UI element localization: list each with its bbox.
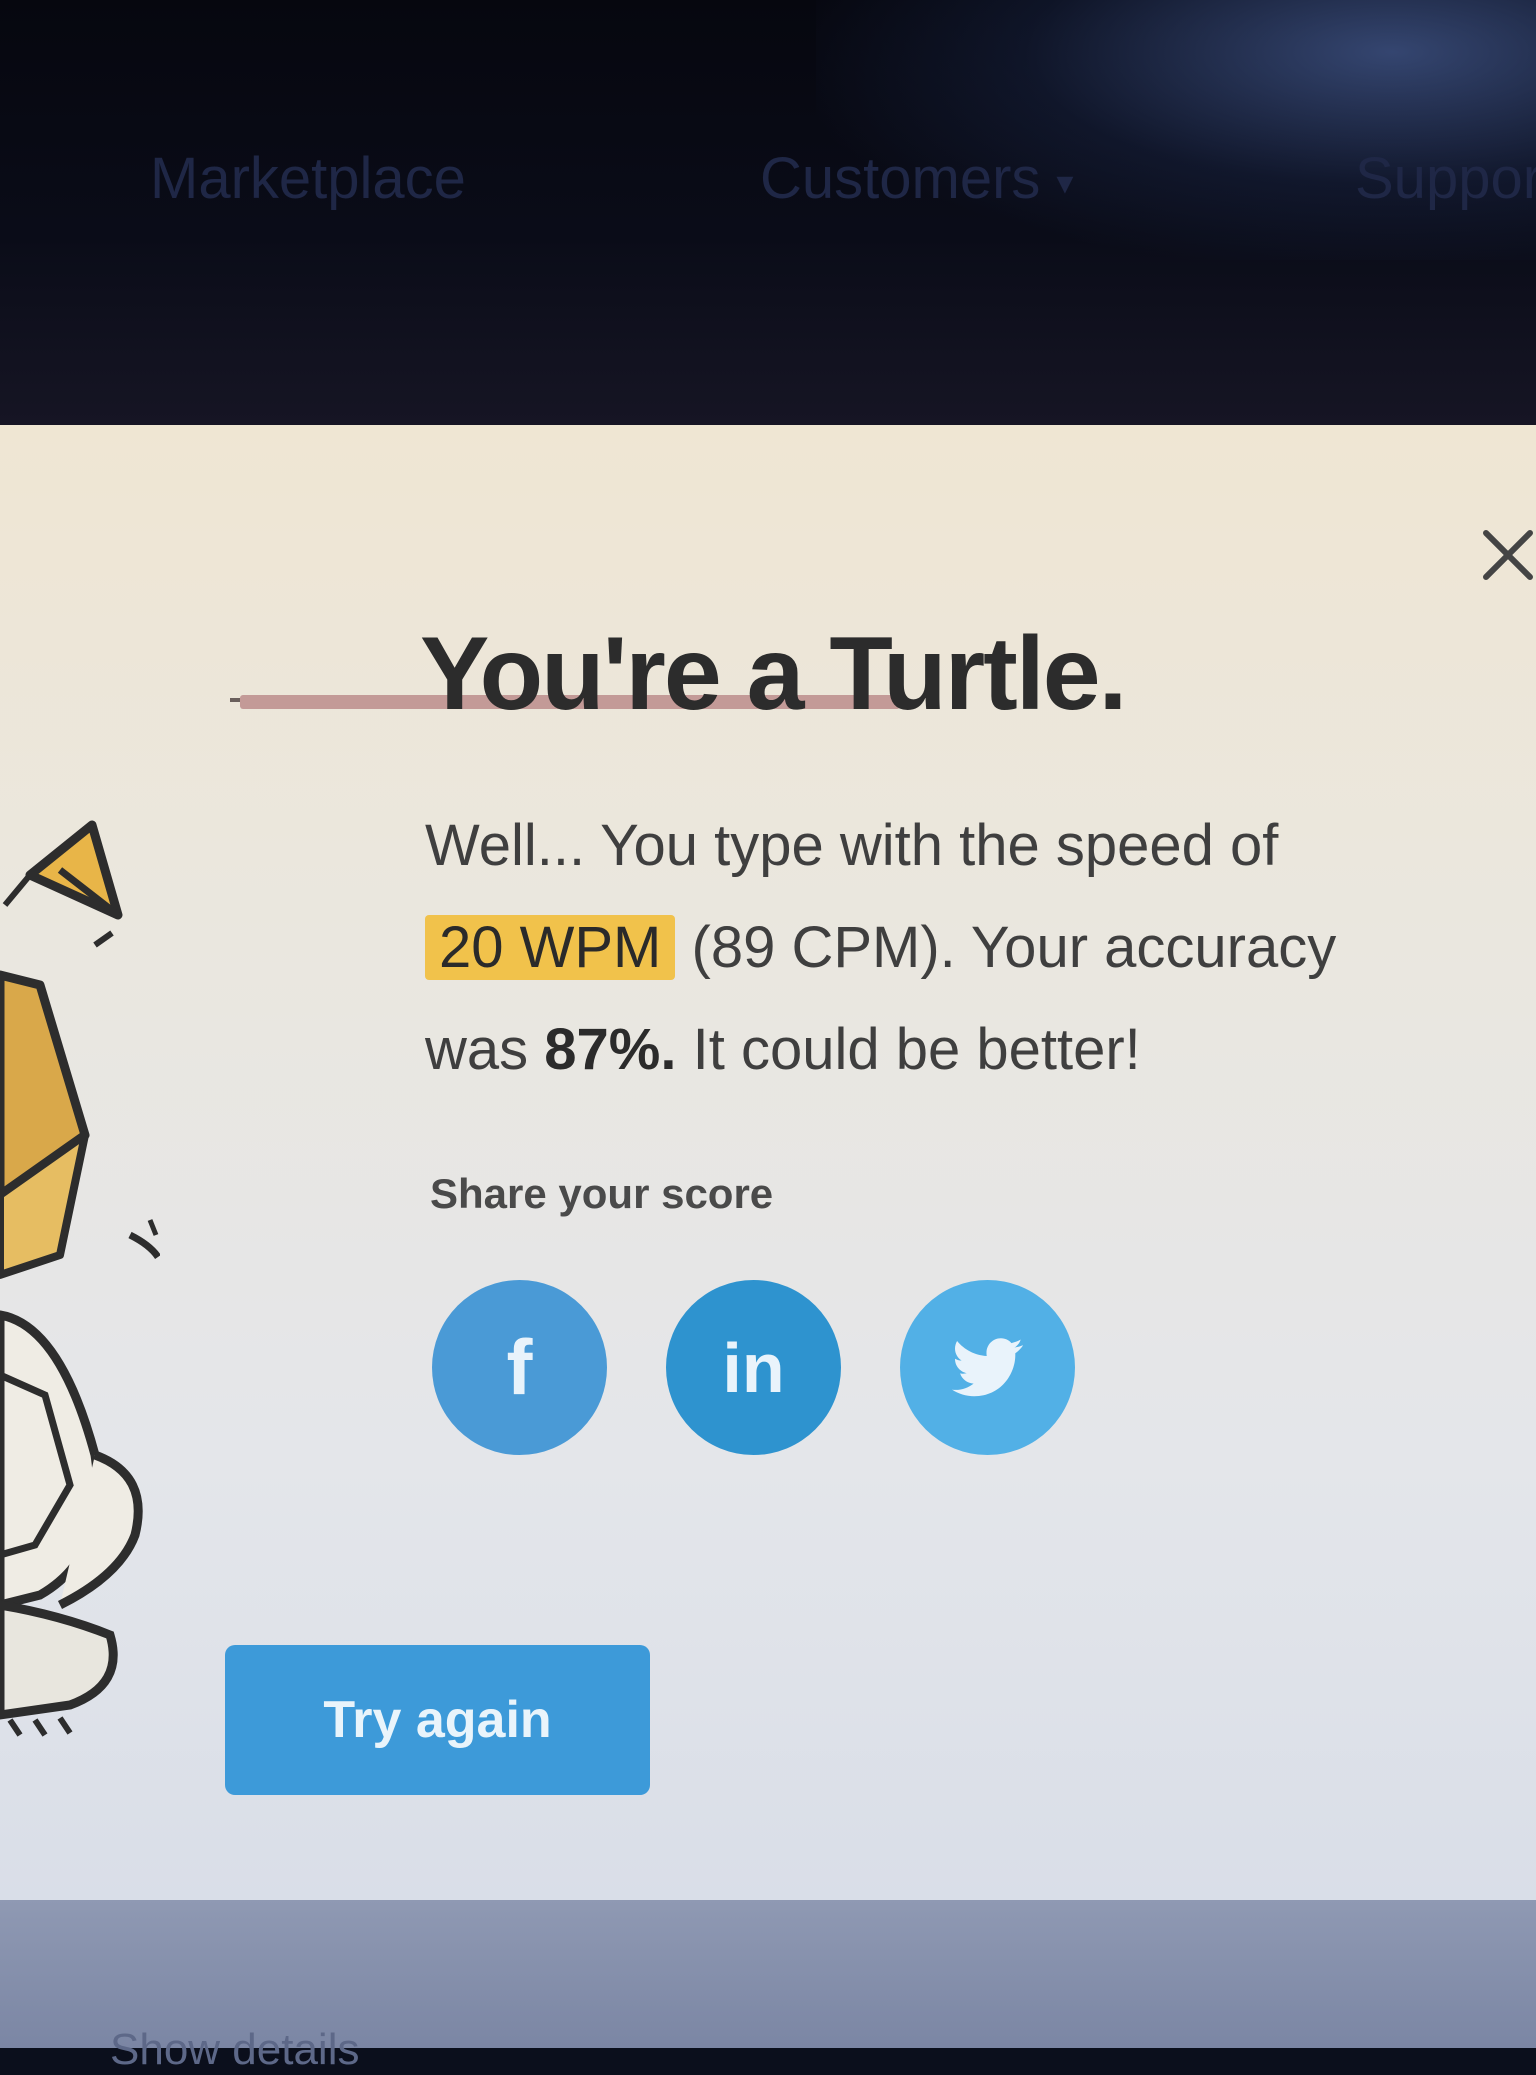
close-button[interactable] (1478, 525, 1536, 585)
try-again-button[interactable]: Try again (225, 1645, 650, 1795)
share-linkedin-button[interactable]: in (666, 1280, 841, 1455)
share-facebook-button[interactable]: f (432, 1280, 607, 1455)
bottom-link[interactable]: Show details (110, 2025, 359, 2075)
accuracy-value: 87%. (544, 1017, 677, 1082)
result-outro: It could be better! (692, 1017, 1141, 1082)
share-label: Share your score (430, 1170, 774, 1217)
turtle-illustration (0, 820, 160, 1737)
twitter-bird-icon (951, 1337, 1023, 1396)
result-title: You're a Turtle. (420, 616, 1127, 732)
result-intro: Well... You type with the speed of (425, 813, 1279, 878)
turtle-shell (0, 970, 160, 1737)
nav-item-customers-label: Customers (760, 146, 1041, 211)
page-bottom-strip: Show details (0, 1900, 1536, 2074)
wpm-value: 20 WPM (425, 915, 676, 980)
chevron-down-icon: ▾ (1056, 163, 1074, 202)
result-text: Well... You type with the speed of 20 WPM… (425, 795, 1435, 1101)
top-navigation: Marketplace Customers ▾ Support (0, 0, 1536, 425)
result-modal: You're a Turtle. Well... You type with t… (0, 425, 1536, 1900)
screen-glare (816, 0, 1536, 260)
linkedin-icon: in (722, 1328, 785, 1407)
nav-item-support[interactable]: Support (1355, 145, 1536, 212)
close-icon (1483, 530, 1533, 580)
facebook-icon: f (506, 1323, 533, 1411)
share-twitter-button[interactable] (900, 1280, 1075, 1455)
nav-item-marketplace[interactable]: Marketplace (150, 145, 466, 212)
kite-icon (2, 820, 123, 948)
nav-item-customers[interactable]: Customers ▾ (760, 145, 1073, 212)
